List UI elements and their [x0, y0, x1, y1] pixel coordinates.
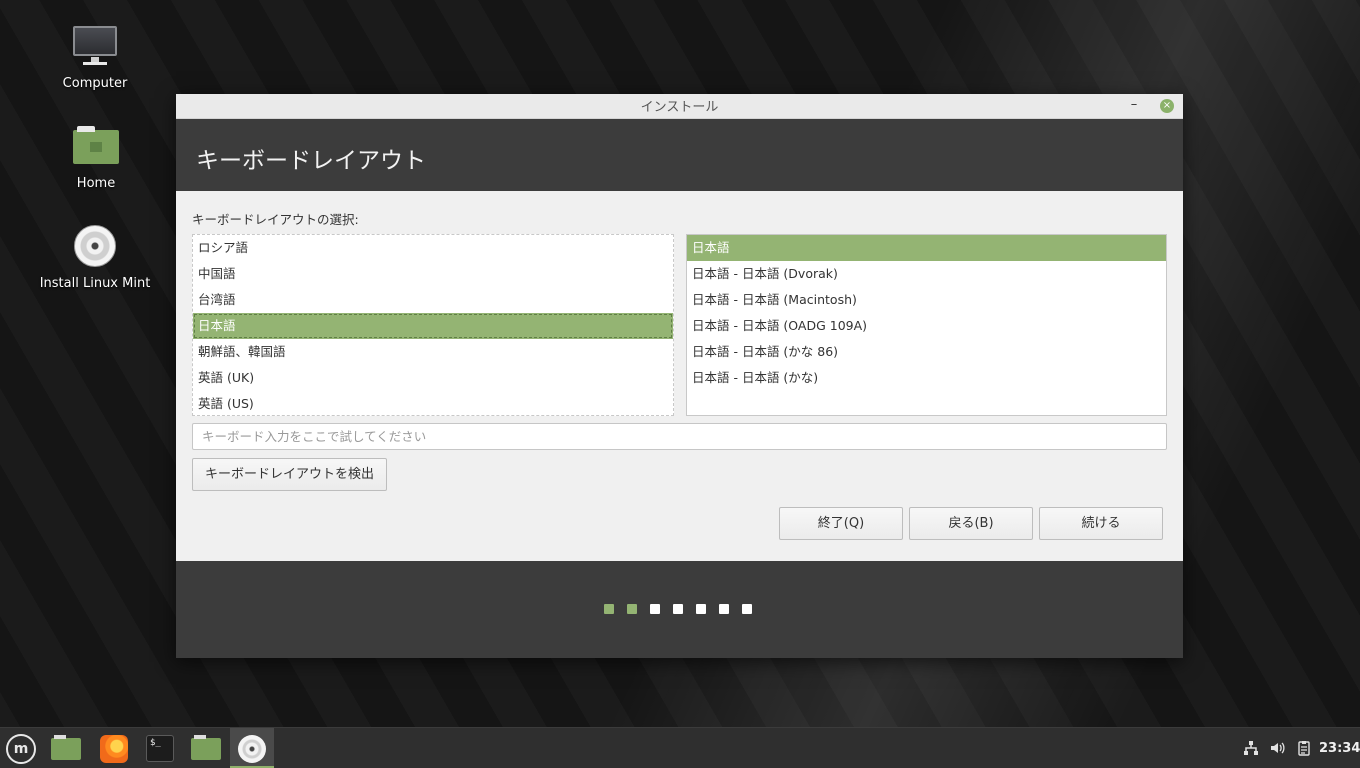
computer-icon	[71, 22, 119, 70]
minimize-button[interactable]: –	[1127, 94, 1141, 119]
clock[interactable]: 23:34	[1319, 741, 1360, 756]
desktop-icon-install[interactable]: Install Linux Mint	[20, 222, 170, 291]
desktop-icon-label: Home	[76, 176, 116, 191]
firefox-icon	[100, 735, 128, 763]
linux-mint-logo-icon: m	[6, 734, 36, 764]
variant-item[interactable]: 日本語	[687, 235, 1166, 261]
continue-button[interactable]: 続ける	[1039, 507, 1163, 540]
desktop-icon-computer[interactable]: Computer	[20, 22, 170, 91]
language-item[interactable]: 朝鮮語、韓国語	[193, 339, 673, 365]
detect-layout-button[interactable]: キーボードレイアウトを検出	[192, 458, 387, 491]
volume-icon[interactable]	[1268, 740, 1286, 760]
variant-item[interactable]: 日本語 - 日本語 (OADG 109A)	[687, 313, 1166, 339]
disc-icon	[71, 222, 119, 270]
language-item[interactable]: 英語 (US)	[193, 391, 673, 415]
taskbar-terminal-launcher[interactable]: $_	[138, 728, 182, 768]
desktop-icon-label: Computer	[62, 76, 128, 91]
desktop-icon-label: Install Linux Mint	[39, 276, 151, 291]
taskbar-files-window[interactable]	[184, 728, 228, 768]
keyboard-test-input[interactable]	[192, 423, 1167, 450]
language-item[interactable]: 日本語	[193, 313, 673, 339]
progress-dot	[650, 604, 660, 614]
terminal-icon: $_	[146, 735, 174, 762]
page-title: キーボードレイアウト	[196, 148, 426, 174]
progress-footer	[176, 561, 1183, 658]
variant-item[interactable]: 日本語 - 日本語 (Dvorak)	[687, 261, 1166, 287]
desktop-icon-home[interactable]: Home	[21, 122, 171, 191]
taskbar-installer-window[interactable]	[230, 728, 274, 768]
variant-item[interactable]: 日本語 - 日本語 (かな)	[687, 365, 1166, 391]
clipboard-icon[interactable]	[1295, 740, 1313, 760]
disc-icon	[238, 735, 266, 763]
taskbar-files-launcher[interactable]	[44, 728, 88, 768]
folder-icon	[51, 735, 81, 760]
progress-dot	[719, 604, 729, 614]
language-item[interactable]: 台湾語	[193, 287, 673, 313]
variant-item[interactable]: 日本語 - 日本語 (Macintosh)	[687, 287, 1166, 313]
language-list[interactable]: ロシア語 中国語 台湾語 日本語 朝鮮語、韓国語 英語 (UK) 英語 (US)	[192, 234, 674, 416]
variant-list[interactable]: 日本語 日本語 - 日本語 (Dvorak) 日本語 - 日本語 (Macintos…	[686, 234, 1167, 416]
taskbar-firefox-launcher[interactable]	[92, 728, 136, 768]
folder-icon	[191, 735, 221, 760]
taskbar: m $_ 23:34	[0, 727, 1360, 768]
layout-select-label: キーボードレイアウトの選択:	[192, 212, 359, 227]
progress-dot	[627, 604, 637, 614]
progress-dot	[604, 604, 614, 614]
progress-dot	[696, 604, 706, 614]
progress-dot	[673, 604, 683, 614]
page-header: キーボードレイアウト	[176, 119, 1183, 191]
installer-window: インストール – × キーボードレイアウト キーボードレイアウトの選択: ロシア…	[176, 94, 1183, 658]
window-titlebar[interactable]: インストール – ×	[176, 94, 1183, 119]
language-item[interactable]: 中国語	[193, 261, 673, 287]
language-item[interactable]: ロシア語	[193, 235, 673, 261]
back-button[interactable]: 戻る(B)	[909, 507, 1033, 540]
variant-item[interactable]: 日本語 - 日本語 (かな 86)	[687, 339, 1166, 365]
quit-button[interactable]: 終了(Q)	[779, 507, 903, 540]
language-item[interactable]: 英語 (UK)	[193, 365, 673, 391]
window-title: インストール	[640, 100, 719, 115]
page-content: キーボードレイアウトの選択: ロシア語 中国語 台湾語 日本語 朝鮮語、韓国語 英語 (U…	[176, 191, 1183, 561]
menu-button[interactable]: m	[0, 728, 44, 768]
progress-dot	[742, 604, 752, 614]
home-folder-icon	[72, 122, 120, 170]
network-icon[interactable]	[1242, 740, 1260, 760]
close-button[interactable]: ×	[1160, 99, 1174, 113]
